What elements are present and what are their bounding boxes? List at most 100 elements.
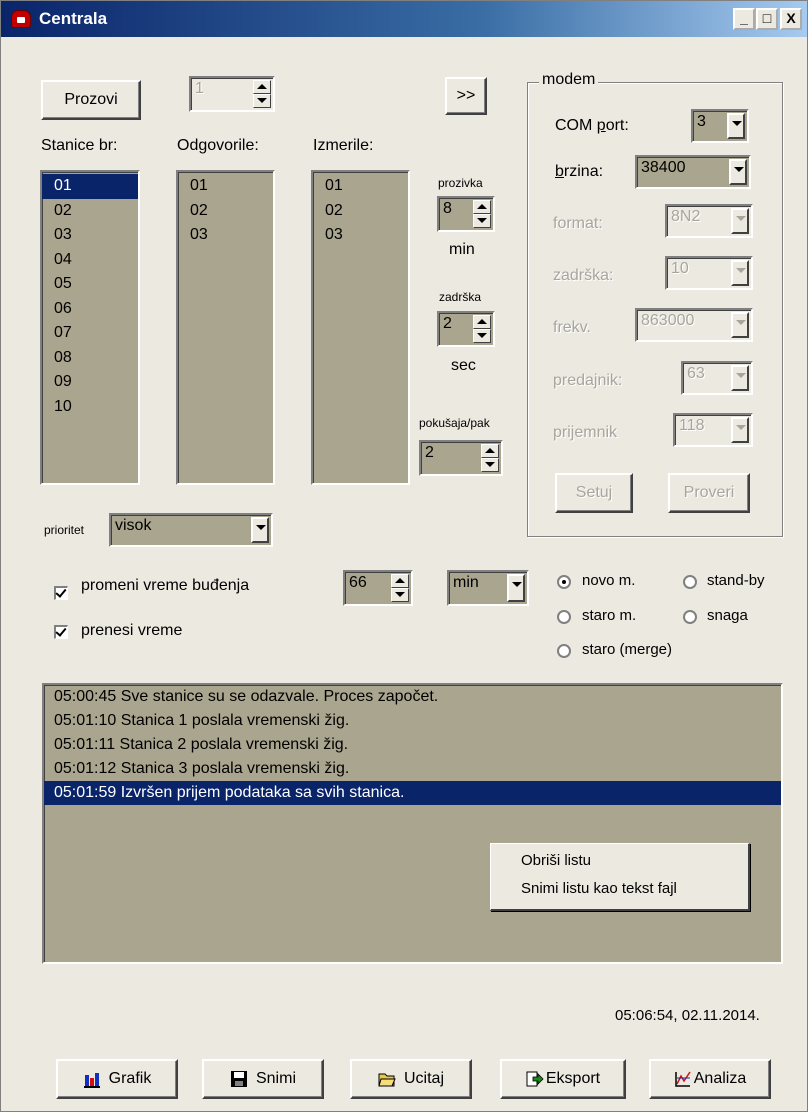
stanice-item[interactable]: 04 (42, 248, 138, 273)
ucitaj-button[interactable]: Ucitaj (350, 1059, 472, 1099)
stanice-item[interactable]: 09 (42, 370, 138, 395)
radio-staro-merge[interactable] (557, 644, 571, 658)
stanice-item[interactable]: 06 (42, 297, 138, 322)
prioritet-dropdown[interactable]: visok (109, 513, 273, 547)
chevron-down-icon[interactable] (731, 312, 749, 338)
datetime-status: 05:06:54, 02.11.2014. (615, 1007, 760, 1024)
predajnik-dropdown[interactable]: 63 (681, 361, 753, 395)
eksport-button[interactable]: Eksport (500, 1059, 626, 1099)
brzina-label: brzina: (555, 163, 604, 180)
frekv-dropdown[interactable]: 863000 (635, 308, 753, 342)
prijemnik-value: 118 (679, 417, 705, 434)
more-label: >> (456, 87, 476, 104)
radio-novo[interactable] (557, 575, 571, 589)
stanice-item[interactable]: 08 (42, 346, 138, 371)
stanice-listbox[interactable]: 01 02 03 04 05 06 07 08 09 10 (40, 170, 140, 485)
prozovi-label: Prozovi (64, 91, 118, 108)
odgovorile-item[interactable]: 03 (178, 223, 273, 248)
radio-standby-label[interactable]: stand-by (707, 572, 765, 589)
radio-staro-label[interactable]: staro m. (582, 607, 636, 624)
stanice-item[interactable]: 01 (42, 174, 138, 199)
prenesi-checkbox[interactable] (54, 625, 68, 639)
log-listbox[interactable]: 05:00:45 Sve stanice su se odazvale. Pro… (42, 683, 783, 964)
analiza-button[interactable]: Analiza (649, 1059, 771, 1099)
odgovorile-listbox[interactable]: 01 02 03 (176, 170, 275, 485)
prozovi-button[interactable]: Prozovi (41, 80, 141, 120)
maximize-button[interactable]: □ (756, 8, 778, 30)
wake-unit-dropdown[interactable]: min (447, 570, 529, 606)
modem-group-title: modem (539, 71, 599, 89)
stanice-item[interactable]: 03 (42, 223, 138, 248)
pokusaja-spinner[interactable]: 2 (419, 440, 503, 476)
izmerile-header: Izmerile: (313, 137, 374, 154)
log-line[interactable]: 05:01:59 Izvršen prijem podataka sa svih… (44, 781, 781, 805)
station-spinner-arrows[interactable] (253, 80, 271, 108)
chevron-down-icon[interactable] (507, 574, 525, 602)
title-bar[interactable]: Centrala _ □ X (1, 1, 807, 37)
com-port-dropdown[interactable]: 3 (691, 109, 749, 143)
format-dropdown[interactable]: 8N2 (665, 204, 753, 238)
chevron-down-icon[interactable] (251, 517, 269, 543)
radio-staro[interactable] (557, 610, 571, 624)
wake-spinner[interactable]: 66 (343, 570, 413, 606)
more-button[interactable]: >> (445, 77, 487, 115)
pokusaja-spinner-arrows[interactable] (481, 444, 499, 472)
log-line[interactable]: 05:01:10 Stanica 1 poslala vremenski žig… (44, 709, 781, 733)
snimi-label: Snimi (255, 1070, 296, 1087)
ctx-obrisi-listu[interactable]: Obriši listu (491, 847, 748, 875)
radio-staro-merge-label[interactable]: staro (merge) (582, 641, 672, 658)
close-button[interactable]: X (780, 8, 802, 30)
zadrska-spinner[interactable]: 2 (437, 311, 495, 347)
log-line[interactable]: 05:01:12 Stanica 3 poslala vremenski žig… (44, 757, 781, 781)
stanice-item[interactable]: 05 (42, 272, 138, 297)
setuj-button[interactable]: Setuj (555, 473, 633, 513)
pokusaja-value: 2 (425, 444, 434, 461)
promeni-checkbox[interactable] (54, 586, 68, 600)
chevron-down-icon[interactable] (727, 113, 745, 139)
chevron-down-icon[interactable] (731, 365, 749, 391)
log-line[interactable]: 05:01:11 Stanica 2 poslala vremenski žig… (44, 733, 781, 757)
station-spinner[interactable]: 1 (189, 76, 275, 112)
format-value: 8N2 (671, 208, 701, 225)
ctx-snimi-listu[interactable]: Snimi listu kao tekst fajl (491, 875, 748, 903)
odgovorile-item[interactable]: 02 (178, 199, 273, 224)
proveri-button[interactable]: Proveri (668, 473, 750, 513)
chart-icon (83, 1070, 101, 1088)
prozivka-spinner-arrows[interactable] (473, 200, 491, 228)
window-title: Centrala (39, 9, 108, 28)
zadrska-spinner-arrows[interactable] (473, 315, 491, 343)
telephone-icon (11, 10, 31, 28)
chevron-down-icon[interactable] (731, 208, 749, 234)
radio-snaga-label[interactable]: snaga (707, 607, 748, 624)
chevron-down-icon[interactable] (731, 417, 749, 443)
snimi-button[interactable]: Snimi (202, 1059, 324, 1099)
prioritet-label: prioritet (44, 523, 85, 537)
radio-standby[interactable] (683, 575, 697, 589)
izmerile-listbox[interactable]: 01 02 03 (311, 170, 410, 485)
minimize-button[interactable]: _ (733, 8, 755, 30)
prenesi-label[interactable]: prenesi vreme (81, 622, 182, 640)
izmerile-item[interactable]: 03 (313, 223, 408, 248)
stanice-item[interactable]: 10 (42, 395, 138, 420)
prozivka-spinner[interactable]: 8 (437, 196, 495, 232)
odgovorile-header: Odgovorile: (177, 137, 259, 154)
chevron-down-icon[interactable] (731, 260, 749, 286)
brzina-dropdown[interactable]: 38400 (635, 155, 751, 189)
promeni-label[interactable]: promeni vreme buđenja (81, 577, 249, 595)
radio-novo-label[interactable]: novo m. (582, 572, 635, 589)
log-line[interactable]: 05:00:45 Sve stanice su se odazvale. Pro… (44, 685, 781, 709)
stanice-item[interactable]: 07 (42, 321, 138, 346)
grafik-button[interactable]: Grafik (56, 1059, 178, 1099)
analiza-label: Analiza (693, 1070, 747, 1087)
chevron-down-icon[interactable] (729, 159, 747, 185)
izmerile-item[interactable]: 01 (313, 174, 408, 199)
prijemnik-label: prijemnik (553, 424, 618, 441)
odgovorile-item[interactable]: 01 (178, 174, 273, 199)
frekv-value: 863000 (641, 312, 695, 329)
stanice-item[interactable]: 02 (42, 199, 138, 224)
modem-zadrska-dropdown[interactable]: 10 (665, 256, 753, 290)
wake-spinner-arrows[interactable] (391, 574, 409, 602)
radio-snaga[interactable] (683, 610, 697, 624)
izmerile-item[interactable]: 02 (313, 199, 408, 224)
prijemnik-dropdown[interactable]: 118 (673, 413, 753, 447)
